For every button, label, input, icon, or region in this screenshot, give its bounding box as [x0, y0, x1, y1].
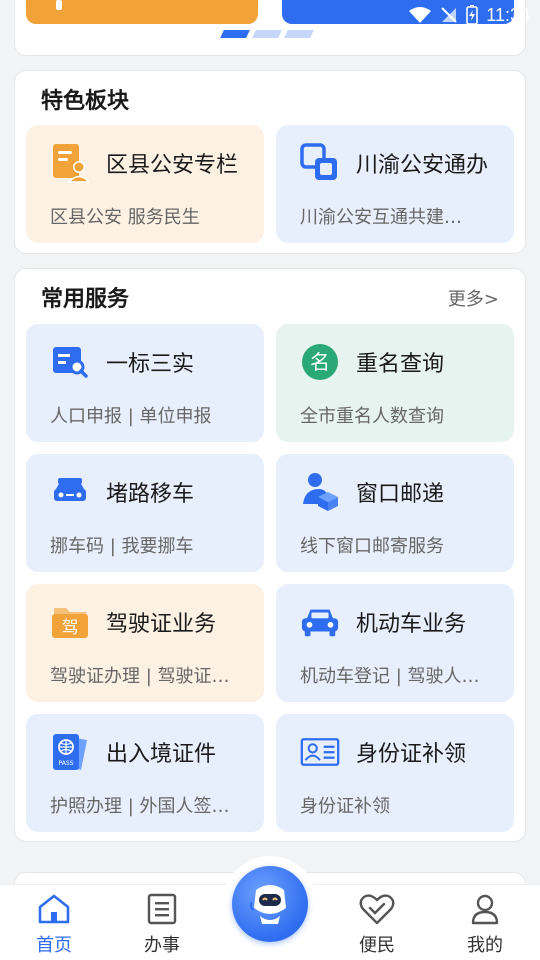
services-title: 常用服务	[41, 287, 130, 312]
tile-title: 身份证补领	[356, 742, 467, 767]
featured-section: 特色板块 区县公安专栏 区县公安 服务民生 川渝公安通办 川渝公安互通共建…	[14, 70, 526, 254]
tile-title: 机动车业务	[356, 612, 467, 637]
nav-label: 便民	[359, 935, 395, 956]
battery-charging-icon	[466, 5, 479, 25]
tile-subtitle: 线下窗口邮寄服务	[300, 536, 444, 557]
passport-icon: PASS	[50, 732, 90, 772]
wifi-icon	[409, 7, 432, 23]
courier-icon	[300, 472, 340, 512]
tile-subtitle: 护照办理 | 外国人签…	[50, 796, 230, 817]
nav-convenience[interactable]: 便民	[337, 893, 417, 957]
linked-squares-icon	[300, 143, 340, 183]
home-icon	[38, 894, 70, 924]
nav-label: 首页	[36, 935, 72, 956]
tile-subtitle: 区县公安 服务民生	[50, 207, 200, 228]
tile-subtitle: 身份证补领	[300, 796, 390, 817]
robot-assistant-icon	[249, 885, 286, 924]
tile-subtitle: 川渝公安互通共建…	[300, 207, 462, 228]
form-search-icon	[50, 342, 90, 382]
tile-exit-entry-documents[interactable]: PASS 出入境证件 护照办理 | 外国人签…	[26, 714, 264, 832]
more-link[interactable]: 更多>	[448, 285, 499, 311]
tile-district-police[interactable]: 区县公安专栏 区县公安 服务民生	[26, 125, 264, 243]
tile-title: 川渝公安通办	[356, 153, 489, 178]
tile-subtitle: 机动车登记 | 驾驶人…	[300, 666, 480, 687]
svg-text:PASS: PASS	[59, 760, 74, 767]
banner-pagination	[220, 30, 314, 38]
assistant-button[interactable]	[232, 866, 308, 942]
tile-one-standard-three-facts[interactable]: 一标三实 人口申报 | 单位申报	[26, 324, 264, 442]
tile-driver-license[interactable]: 驾 驾驶证业务 驾驶证办理 | 驾驶证…	[26, 584, 264, 702]
tile-title: 驾驶证业务	[106, 612, 217, 637]
tile-subtitle: 驾驶证办理 | 驾驶证…	[50, 666, 230, 687]
tile-title: 出入境证件	[106, 742, 217, 767]
status-bar: 11:34	[408, 4, 530, 26]
tile-motor-vehicle[interactable]: 机动车业务 机动车登记 | 驾驶人…	[276, 584, 514, 702]
pagination-dot	[252, 30, 282, 38]
tile-window-mail[interactable]: 窗口邮递 线下窗口邮寄服务	[276, 454, 514, 572]
featured-title: 特色板块	[41, 89, 130, 114]
nav-profile[interactable]: 我的	[445, 893, 525, 957]
tile-sichuan-chongqing[interactable]: 川渝公安通办 川渝公安互通共建…	[276, 125, 514, 243]
tile-title: 窗口邮递	[356, 482, 445, 507]
tile-move-car[interactable]: 堵路移车 挪车码 | 我要挪车	[26, 454, 264, 572]
vehicle-icon	[300, 602, 340, 642]
no-signal-icon	[441, 7, 457, 23]
list-doc-icon	[147, 893, 177, 925]
user-icon	[471, 894, 499, 925]
tile-subtitle: 全市重名人数查询	[300, 406, 444, 427]
pagination-dot	[284, 30, 314, 38]
svg-text:驾: 驾	[62, 618, 79, 638]
tile-subtitle: 人口申报 | 单位申报	[50, 406, 212, 427]
document-person-icon	[50, 143, 90, 183]
svg-text:名: 名	[310, 350, 330, 374]
nav-home[interactable]: 首页	[14, 893, 94, 957]
tile-duplicate-name-query[interactable]: 名 重名查询 全市重名人数查询	[276, 324, 514, 442]
heart-check-icon	[359, 894, 395, 925]
tile-title: 重名查询	[356, 352, 445, 377]
banner-marker	[56, 0, 62, 10]
nav-label: 我的	[467, 935, 503, 956]
banner-slide-orange[interactable]	[26, 0, 258, 24]
nav-services[interactable]: 办事	[122, 893, 202, 957]
status-time: 11:34	[486, 4, 530, 25]
tile-title: 一标三实	[106, 352, 195, 377]
id-card-icon	[300, 732, 340, 772]
name-badge-icon: 名	[300, 342, 340, 382]
pagination-dot-active	[220, 30, 250, 38]
tile-title: 区县公安专栏	[106, 153, 239, 178]
tile-subtitle: 挪车码 | 我要挪车	[50, 536, 194, 557]
services-section: 常用服务 更多> 一标三实 人口申报 | 单位申报 名 重名查询 全市重名人数查…	[14, 268, 526, 842]
nav-label: 办事	[144, 935, 180, 956]
tile-id-card-reissue[interactable]: 身份证补领 身份证补领	[276, 714, 514, 832]
car-front-icon	[50, 472, 90, 512]
tile-title: 堵路移车	[106, 482, 195, 507]
license-folder-icon: 驾	[50, 602, 90, 642]
